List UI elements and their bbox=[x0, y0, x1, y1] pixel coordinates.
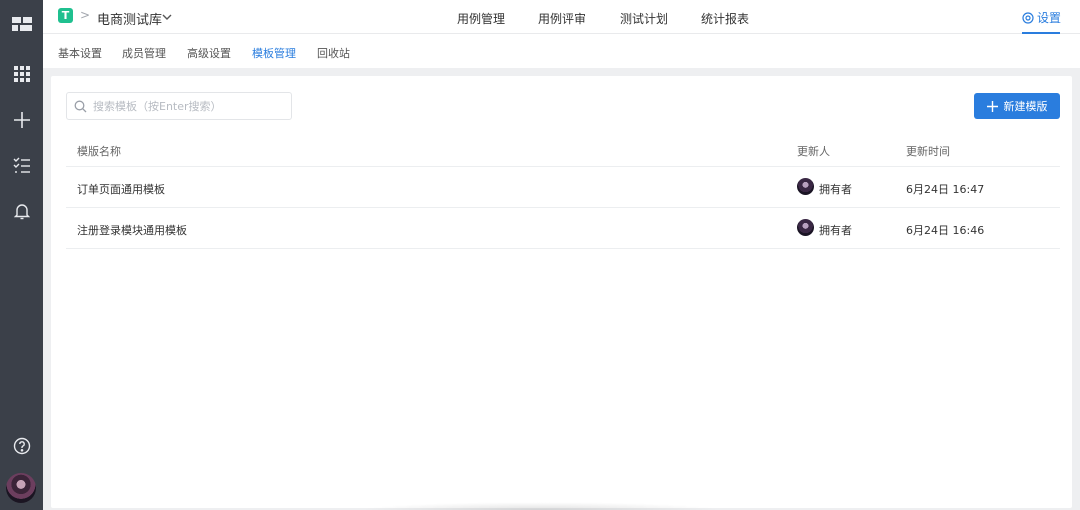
updated-time: 6月24日 16:46 bbox=[906, 224, 985, 237]
plus-icon bbox=[986, 100, 998, 112]
search-input[interactable] bbox=[93, 97, 285, 115]
updater-name: 拥有者 bbox=[819, 224, 852, 237]
checklist-icon[interactable] bbox=[0, 151, 43, 179]
new-template-label: 新建模版 bbox=[1003, 100, 1048, 113]
template-name[interactable]: 注册登录模块通用模板 bbox=[77, 222, 187, 238]
tab-basic-settings[interactable]: 基本设置 bbox=[58, 45, 102, 61]
help-icon[interactable] bbox=[0, 432, 43, 460]
row-divider bbox=[66, 207, 1060, 208]
scroll-shadow bbox=[360, 502, 720, 510]
nav-case-management[interactable]: 用例管理 bbox=[457, 10, 505, 27]
template-name[interactable]: 订单页面通用模板 bbox=[77, 181, 165, 197]
tab-template-management[interactable]: 模板管理 bbox=[252, 45, 296, 61]
left-rail bbox=[0, 0, 43, 510]
nav-test-plan[interactable]: 测试计划 bbox=[620, 10, 668, 27]
avatar bbox=[797, 219, 814, 236]
project-name[interactable]: 电商测试库 bbox=[97, 9, 162, 28]
user-avatar[interactable] bbox=[6, 473, 36, 503]
settings-label: 设置 bbox=[1037, 11, 1062, 25]
project-logo[interactable]: T bbox=[58, 8, 73, 23]
layout-icon[interactable] bbox=[0, 10, 43, 38]
tab-recycle-bin[interactable]: 回收站 bbox=[317, 45, 350, 61]
column-header-name: 模版名称 bbox=[77, 145, 121, 158]
nav-case-review[interactable]: 用例评审 bbox=[538, 10, 586, 27]
row-divider bbox=[66, 248, 1060, 249]
settings-tab[interactable]: 设置 bbox=[1022, 9, 1062, 34]
tab-advanced-settings[interactable]: 高级设置 bbox=[187, 45, 231, 61]
search-icon bbox=[74, 100, 87, 116]
header-divider bbox=[66, 166, 1060, 167]
top-bar: T > 电商测试库 用例管理 用例评审 测试计划 统计报表 设置 bbox=[43, 0, 1080, 34]
bell-icon[interactable] bbox=[0, 197, 43, 225]
chevron-down-icon[interactable] bbox=[162, 10, 172, 24]
updater-name: 拥有者 bbox=[819, 183, 852, 196]
breadcrumb-separator: > bbox=[80, 8, 91, 22]
updated-time: 6月24日 16:47 bbox=[906, 183, 985, 196]
template-panel bbox=[51, 76, 1072, 508]
tab-member-management[interactable]: 成员管理 bbox=[122, 45, 166, 61]
column-header-updated-at: 更新时间 bbox=[906, 145, 950, 158]
plus-icon[interactable] bbox=[0, 106, 43, 134]
settings-subtabs: 基本设置 成员管理 高级设置 模板管理 回收站 bbox=[43, 34, 1080, 68]
column-header-updater: 更新人 bbox=[797, 145, 830, 158]
avatar bbox=[797, 178, 814, 195]
new-template-button[interactable]: 新建模版 bbox=[974, 93, 1060, 119]
search-box[interactable] bbox=[66, 92, 292, 120]
nav-reports[interactable]: 统计报表 bbox=[701, 10, 749, 27]
gear-icon bbox=[1022, 12, 1034, 24]
apps-grid-icon[interactable] bbox=[0, 60, 43, 88]
